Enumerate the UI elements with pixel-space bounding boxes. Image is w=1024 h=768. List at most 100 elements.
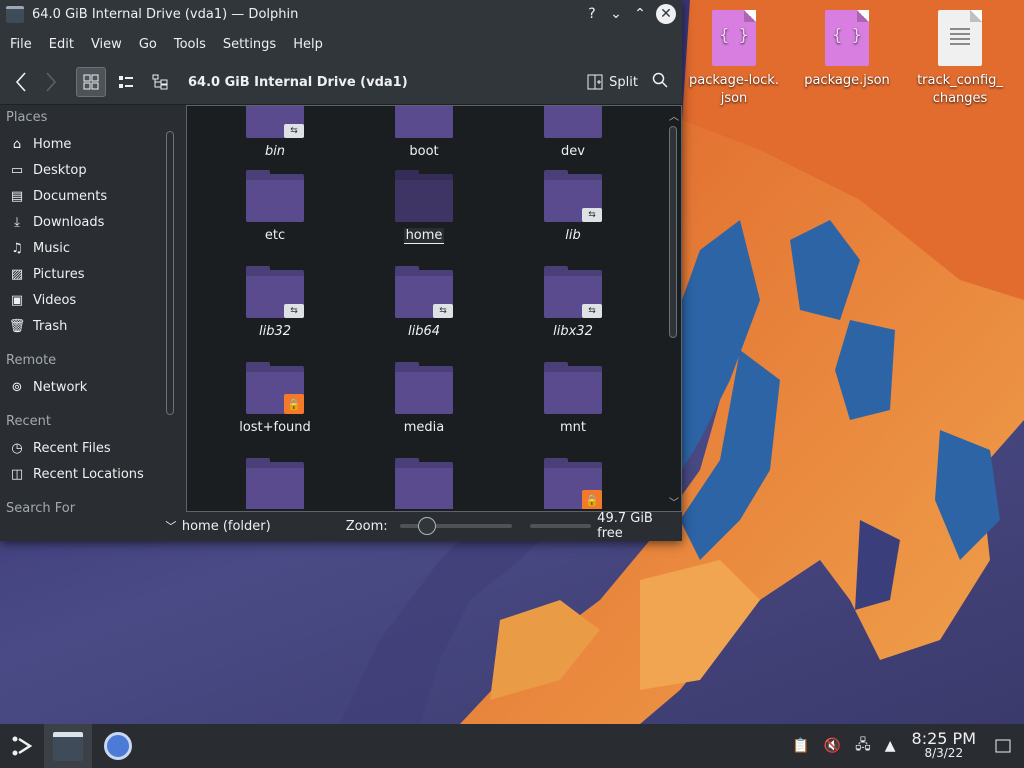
folder-label: mnt	[513, 420, 633, 435]
title-bar[interactable]: 64.0 GiB Internal Drive (vda1) — Dolphin…	[0, 0, 682, 28]
menu-bar: File Edit View Go Tools Settings Help	[0, 28, 682, 60]
window-body: Places ⌂ Home ▭ Desktop ▤ Documents ⤓ Downlo…	[0, 105, 682, 541]
places-item-label: Music	[33, 240, 70, 256]
network-icon: ⊚	[11, 379, 23, 395]
folder-item[interactable]: ⇆ lib	[513, 170, 633, 243]
task-dolphin[interactable]	[44, 724, 92, 768]
places-item-trash[interactable]: 🗑 Trash	[0, 313, 178, 339]
places-scrollbar[interactable]	[166, 131, 174, 415]
symlink-badge-icon: ⇆	[582, 304, 602, 318]
file-view[interactable]: ︿ ﹀ ⇆ bin boot dev etc home ⇆ lib ⇆ lib32 ⇆ lib64 ⇆ l…	[186, 105, 682, 512]
folder-item[interactable]: ⇆ lib64	[364, 266, 484, 339]
minimize-button[interactable]: ⌄	[604, 2, 628, 26]
clipboard-icon[interactable]: 📋	[792, 738, 809, 754]
browser-icon	[104, 732, 132, 760]
close-button[interactable]: ✕	[656, 4, 676, 24]
folder-item[interactable]: home	[364, 170, 484, 244]
places-item-videos[interactable]: ▣ Videos	[0, 287, 178, 313]
details-view-button[interactable]	[146, 68, 174, 96]
folder-icon: ⇆	[544, 266, 602, 318]
maximize-button[interactable]: ⌃	[628, 2, 652, 26]
places-item-music[interactable]: ♫ Music	[0, 235, 178, 261]
places-item-label: Network	[33, 379, 88, 395]
places-item-desktop[interactable]: ▭ Desktop	[0, 157, 178, 183]
icons-view-button[interactable]	[76, 67, 106, 97]
folder-item[interactable]	[364, 458, 484, 509]
places-item-network[interactable]: ⊚ Network	[0, 374, 178, 400]
folder-item[interactable]: media	[364, 362, 484, 435]
folder-icon	[395, 170, 453, 222]
compact-view-button[interactable]	[112, 68, 140, 96]
folder-item[interactable]: mnt	[513, 362, 633, 435]
folder-icon	[395, 458, 453, 509]
trash-icon: 🗑	[8, 318, 26, 334]
application-launcher[interactable]	[0, 724, 44, 768]
folder-grid: ⇆ bin boot dev etc home ⇆ lib ⇆ lib32 ⇆ lib64 ⇆ libx3…	[187, 106, 665, 509]
places-item-downloads[interactable]: ⤓ Downloads	[0, 209, 178, 235]
network-status-icon[interactable]: 🖧	[855, 734, 871, 758]
folder-icon	[544, 106, 602, 138]
file-view-scrollbar[interactable]	[669, 126, 677, 338]
recent-locations-icon: ◫	[10, 466, 24, 482]
zoom-slider-handle[interactable]	[417, 517, 436, 535]
lock-badge-icon: 🔒	[284, 394, 304, 414]
videos-icon: ▣	[10, 292, 24, 308]
tree-list-icon	[152, 74, 168, 90]
location-breadcrumb[interactable]: 64.0 GiB Internal Drive (vda1)	[188, 75, 587, 90]
menu-help[interactable]: Help	[285, 37, 331, 52]
help-button[interactable]: ?	[580, 2, 604, 26]
menu-settings[interactable]: Settings	[215, 37, 284, 52]
scroll-down-icon[interactable]: ﹀	[669, 494, 679, 509]
forward-button[interactable]	[38, 67, 64, 97]
folder-name: lib64	[407, 324, 441, 339]
places-item-pictures[interactable]: ▨ Pictures	[0, 261, 178, 287]
folder-item[interactable]: ⇆ libx32	[513, 266, 633, 339]
desktop-file-track-config-changes[interactable]: track_config_ changes	[905, 10, 1015, 108]
system-tray: 📋 🔇 🖧 ▲	[792, 734, 905, 758]
folder-item[interactable]: etc	[215, 170, 335, 243]
menu-tools[interactable]: Tools	[166, 37, 214, 52]
dolphin-window: 64.0 GiB Internal Drive (vda1) — Dolphin…	[0, 0, 682, 541]
volume-muted-icon[interactable]: 🔇	[824, 738, 841, 754]
task-browser[interactable]	[92, 724, 144, 768]
zoom-slider[interactable]	[399, 517, 512, 535]
folder-item[interactable]: ⇆ lib32	[215, 266, 335, 339]
places-panel: Places ⌂ Home ▭ Desktop ▤ Documents ⤓ Downlo…	[0, 105, 178, 541]
scroll-up-icon[interactable]: ︿	[669, 108, 679, 123]
split-button[interactable]: Split	[587, 74, 638, 90]
folder-item[interactable]: ⇆ bin	[215, 106, 335, 159]
places-item-documents[interactable]: ▤ Documents	[0, 183, 178, 209]
search-button[interactable]	[652, 72, 668, 92]
folder-name: home	[403, 228, 445, 244]
recent-header: Recent	[6, 414, 51, 429]
folder-item[interactable]: dev	[513, 106, 633, 159]
menu-file[interactable]: File	[2, 37, 40, 52]
places-item-recent-files[interactable]: ◷ Recent Files	[0, 435, 178, 461]
split-view-icon	[587, 74, 603, 90]
menu-edit[interactable]: Edit	[41, 37, 82, 52]
desktop-file-package-json[interactable]: package.json	[792, 10, 902, 90]
folder-item[interactable]: boot	[364, 106, 484, 159]
places-item-recent-locations[interactable]: ◫ Recent Locations	[0, 461, 178, 487]
menu-view[interactable]: View	[83, 37, 130, 52]
places-item-label: Recent Files	[33, 440, 111, 456]
pictures-icon: ▨	[10, 266, 24, 282]
folder-name: lib32	[258, 324, 292, 339]
json-file-icon	[825, 10, 869, 66]
folder-item[interactable]	[215, 458, 335, 509]
chevron-down-icon[interactable]: ﹀	[160, 518, 182, 534]
show-desktop-button[interactable]	[990, 724, 1016, 768]
menu-go[interactable]: Go	[131, 37, 165, 52]
search-for-header: Search For	[6, 501, 76, 516]
back-button[interactable]	[8, 67, 34, 97]
tray-expand-icon[interactable]: ▲	[885, 738, 896, 754]
desktop-file-package-lock-json[interactable]: package-lock. json	[679, 10, 789, 108]
folder-item[interactable]: 🔒 lost+found	[215, 362, 335, 435]
folder-item[interactable]: 🔒	[513, 458, 633, 509]
clock[interactable]: 8:25 PM 8/3/22	[912, 731, 976, 761]
folder-icon: ⇆	[544, 170, 602, 222]
symlink-badge-icon: ⇆	[433, 304, 453, 318]
toolbar: 64.0 GiB Internal Drive (vda1) Split	[0, 60, 682, 105]
folder-icon	[395, 362, 453, 414]
places-item-home[interactable]: ⌂ Home	[0, 131, 178, 157]
